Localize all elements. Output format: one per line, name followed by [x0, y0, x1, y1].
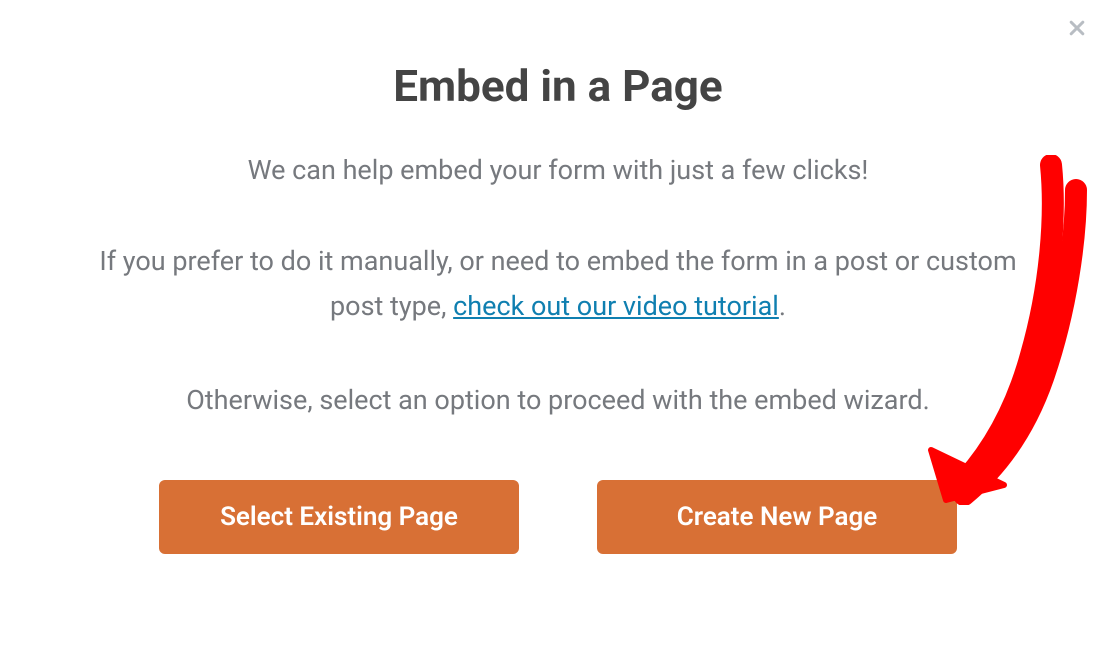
- select-existing-page-button[interactable]: Select Existing Page: [159, 480, 519, 554]
- create-new-page-button[interactable]: Create New Page: [597, 480, 957, 554]
- video-tutorial-link[interactable]: check out our video tutorial: [453, 290, 779, 322]
- close-icon: [1067, 18, 1087, 38]
- paragraph-tail: .: [779, 290, 786, 322]
- modal-subtitle: We can help embed your form with just a …: [95, 150, 1021, 191]
- modal-paragraph: If you prefer to do it manually, or need…: [95, 239, 1021, 331]
- modal-final-text: Otherwise, select an option to proceed w…: [95, 378, 1021, 424]
- embed-modal: Embed in a Page We can help embed your f…: [0, 0, 1116, 663]
- close-button[interactable]: [1063, 14, 1091, 42]
- button-row: Select Existing Page Create New Page: [95, 480, 1021, 554]
- modal-title: Embed in a Page: [95, 60, 1021, 112]
